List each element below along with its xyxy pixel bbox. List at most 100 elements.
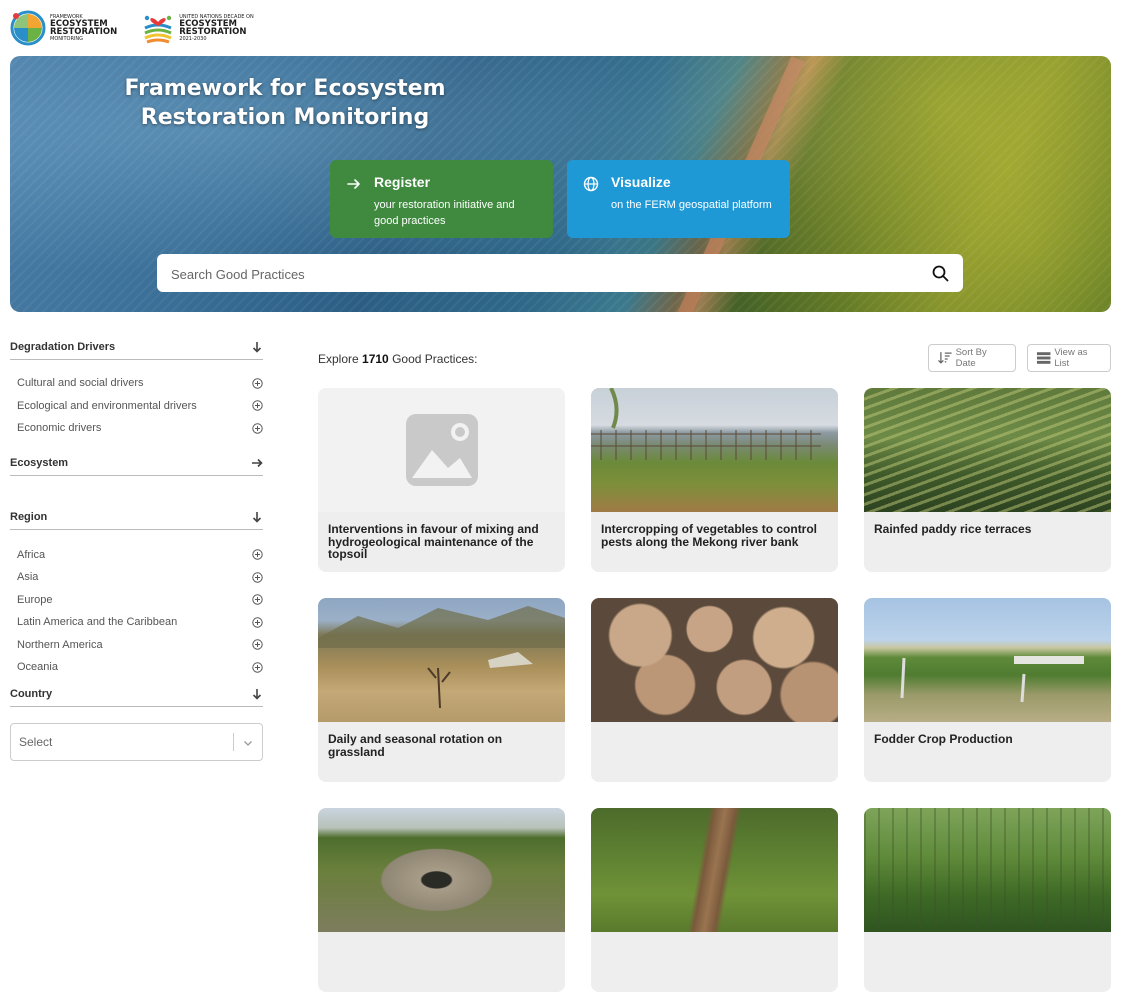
practice-card[interactable] <box>318 808 565 992</box>
region-list: Africa Asia Europe Latin America and the… <box>10 544 263 679</box>
sprouting-potatoes-photo <box>591 598 838 722</box>
practice-card[interactable] <box>591 598 838 782</box>
ecosystem-toggle[interactable]: Ecosystem <box>10 456 263 476</box>
mekong-riverbank-photo <box>591 388 838 512</box>
filter-item-label: Northern America <box>17 638 103 651</box>
practice-card[interactable]: Interventions in favour of mixing and hy… <box>318 388 565 572</box>
plus-circle-icon <box>252 549 263 560</box>
placeholder-image-icon <box>405 414 478 486</box>
practice-card[interactable]: Intercropping of vegetables to control p… <box>591 388 838 572</box>
register-title: Register <box>374 174 431 190</box>
results-count: 1710 <box>362 352 389 366</box>
plus-circle-icon <box>252 423 263 434</box>
plus-circle-icon <box>252 572 263 583</box>
filter-item-europe[interactable]: Europe <box>10 589 263 612</box>
forest-stream-photo <box>864 808 1111 932</box>
page-title: Framework for Ecosystem Restoration Moni… <box>124 76 446 130</box>
results-summary: Explore 1710 Good Practices: <box>318 352 477 366</box>
sort-label: Sort By Date <box>955 347 987 369</box>
card-title: Fodder Crop Production <box>874 732 1013 746</box>
view-as-list-button[interactable]: View as List <box>1027 344 1111 372</box>
stone-well-photo <box>318 808 565 932</box>
register-subtitle: your restoration initiative and good pra… <box>374 199 515 227</box>
filter-item-ecological-environmental[interactable]: Ecological and environmental drivers <box>10 395 263 418</box>
hero-banner: Framework for Ecosystem Restoration Moni… <box>10 56 1111 312</box>
header-logos: FRAMEWORK ECOSYSTEM RESTORATION MONITORI… <box>10 8 254 48</box>
filter-item-economic[interactable]: Economic drivers <box>10 417 263 440</box>
practice-card[interactable]: Fodder Crop Production <box>864 598 1111 782</box>
visualize-title: Visualize <box>611 174 671 190</box>
plus-circle-icon <box>252 617 263 628</box>
sort-by-date-button[interactable]: Sort By Date <box>928 344 1016 372</box>
card-title: Interventions in favour of mixing and hy… <box>328 522 539 561</box>
arrow-down-icon <box>252 511 262 523</box>
filter-item-cultural-social[interactable]: Cultural and social drivers <box>10 372 263 395</box>
rice-terraces-photo <box>864 388 1111 512</box>
region-toggle[interactable]: Region <box>10 510 263 530</box>
search-icon[interactable] <box>932 265 949 282</box>
arrow-right-icon <box>252 458 263 467</box>
country-label: Country <box>10 687 53 700</box>
search-bar <box>157 254 963 294</box>
un-decade-logo[interactable]: UNITED NATIONS DECADE ON ECOSYSTEM RESTO… <box>141 10 254 46</box>
arrow-down-icon <box>252 342 262 353</box>
globe-icon <box>583 176 599 192</box>
degradation-drivers-list: Cultural and social drivers Ecological a… <box>10 372 263 440</box>
filter-item-label: Ecological and environmental drivers <box>17 399 197 412</box>
filter-sidebar: Degradation Drivers Cultural and social … <box>10 340 263 761</box>
filter-item-label: Latin America and the Caribbean <box>17 616 178 629</box>
irrigation-channel-photo <box>591 808 838 932</box>
plus-circle-icon <box>252 662 263 673</box>
ferm-logo-line3: RESTORATION <box>50 27 118 37</box>
practice-card[interactable] <box>591 808 838 992</box>
explore-prefix: Explore <box>318 352 359 366</box>
practice-card[interactable]: Daily and seasonal rotation on grassland <box>318 598 565 782</box>
country-toggle[interactable]: Country <box>10 687 263 707</box>
arrow-right-icon <box>347 179 360 189</box>
card-title <box>591 722 838 733</box>
arrow-down-icon <box>252 688 262 700</box>
search-input[interactable] <box>169 254 913 294</box>
card-title <box>591 932 838 943</box>
filter-item-label: Oceania <box>17 661 58 674</box>
card-title <box>864 932 1111 943</box>
list-icon <box>1036 352 1051 364</box>
filter-item-label: Economic drivers <box>17 422 102 435</box>
region-label: Region <box>10 510 48 523</box>
plus-circle-icon <box>252 594 263 605</box>
filter-item-latin-america[interactable]: Latin America and the Caribbean <box>10 611 263 634</box>
sort-icon <box>938 352 952 364</box>
country-select-value: Select <box>19 734 53 749</box>
visualize-button[interactable]: Visualize on the FERM geospatial platfor… <box>567 160 790 238</box>
filter-item-asia[interactable]: Asia <box>10 566 263 589</box>
filter-item-label: Cultural and social drivers <box>17 377 144 390</box>
card-title: Intercropping of vegetables to control p… <box>601 522 818 549</box>
card-title: Daily and seasonal rotation on grassland <box>328 732 503 759</box>
card-image <box>318 388 565 512</box>
plus-circle-icon <box>252 400 263 411</box>
practice-card[interactable] <box>864 808 1111 992</box>
plus-circle-icon <box>252 378 263 389</box>
select-divider <box>233 732 234 751</box>
country-select[interactable]: Select <box>10 722 263 761</box>
ecosystem-label: Ecosystem <box>10 456 69 469</box>
card-title: Rainfed paddy rice terraces <box>874 522 1032 536</box>
grassland-rotation-photo <box>318 598 565 722</box>
plus-circle-icon <box>252 639 263 650</box>
filter-item-northern-america[interactable]: Northern America <box>10 634 263 657</box>
practice-card[interactable]: Rainfed paddy rice terraces <box>864 388 1111 572</box>
filter-item-oceania[interactable]: Oceania <box>10 656 263 679</box>
degradation-drivers-toggle[interactable]: Degradation Drivers <box>10 340 263 360</box>
degradation-drivers-label: Degradation Drivers <box>10 341 116 353</box>
register-button[interactable]: Register your restoration initiative and… <box>330 160 553 238</box>
card-title <box>318 932 565 943</box>
fodder-field-photo <box>864 598 1111 722</box>
un-decade-logo-icon <box>144 15 172 44</box>
un-logo-line3: RESTORATION <box>179 27 247 37</box>
filter-item-africa[interactable]: Africa <box>10 544 263 567</box>
ferm-logo[interactable]: FRAMEWORK ECOSYSTEM RESTORATION MONITORI… <box>10 10 117 46</box>
ferm-logo-icon <box>10 10 46 46</box>
chevron-down-icon <box>244 740 252 746</box>
filter-item-label: Africa <box>17 548 46 561</box>
filter-item-label: Europe <box>17 593 53 606</box>
